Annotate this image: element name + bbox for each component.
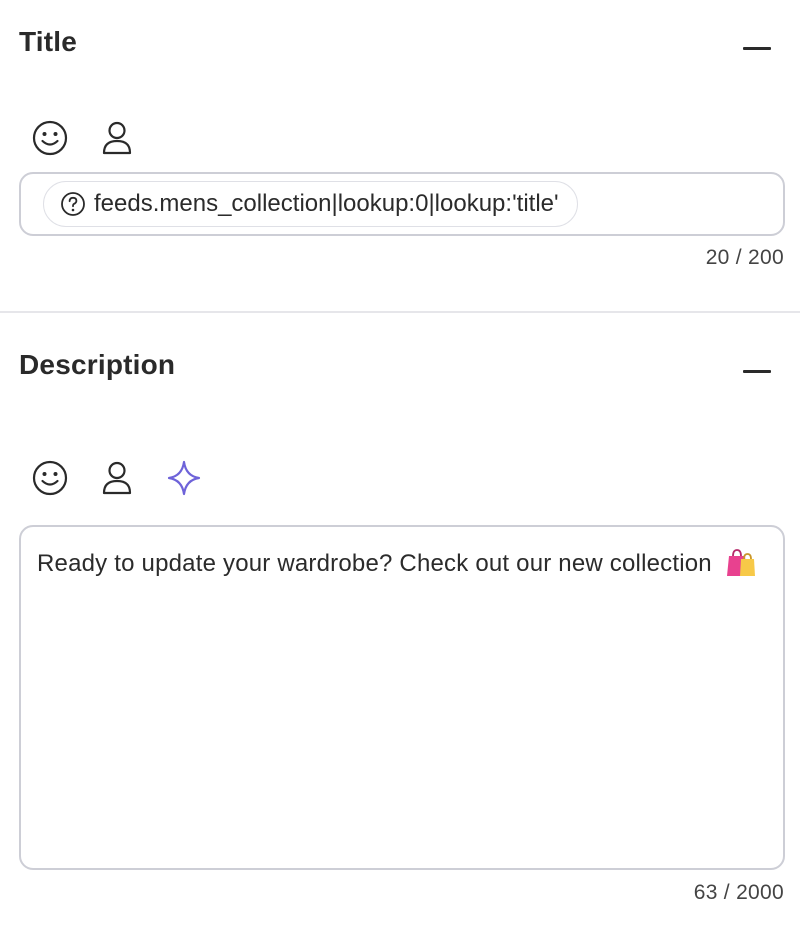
person-icon [102,121,132,155]
sparkle-icon [167,460,201,496]
variable-chip[interactable]: feeds.mens_collection|lookup:0|lookup:'t… [43,181,578,227]
title-char-counter: 20 / 200 [705,246,784,269]
description-ai-button[interactable] [164,458,204,498]
description-section: Description Ready to update your wardrob… [0,313,800,928]
emoji-icon [32,460,68,496]
description-personalize-button[interactable] [97,458,137,498]
title-collapse-button[interactable] [742,33,772,63]
description-toolbar [30,458,231,498]
title-toolbar [30,118,164,158]
variable-chip-text: feeds.mens_collection|lookup:0|lookup:'t… [94,190,559,217]
description-collapse-button[interactable] [742,356,772,386]
title-emoji-button[interactable] [30,118,70,158]
emoji-icon [32,120,68,156]
help-icon [60,191,86,217]
description-text: Ready to update your wardrobe? Check out… [37,545,757,589]
description-textarea[interactable]: Ready to update your wardrobe? Check out… [19,525,785,870]
description-char-counter: 63 / 2000 [693,881,784,904]
title-section: Title feeds.mens_collection|lookup:0|loo… [0,0,800,311]
title-personalize-button[interactable] [97,118,137,158]
minus-icon [743,369,771,373]
minus-icon [743,46,771,50]
description-emoji-button[interactable] [30,458,70,498]
description-text-content: Ready to update your wardrobe? Check out… [37,550,712,577]
title-heading: Title [19,26,78,57]
person-icon [102,461,132,495]
shopping-bags-emoji-icon [723,547,757,589]
title-input-field[interactable]: feeds.mens_collection|lookup:0|lookup:'t… [19,172,785,236]
description-heading: Description [19,349,176,380]
